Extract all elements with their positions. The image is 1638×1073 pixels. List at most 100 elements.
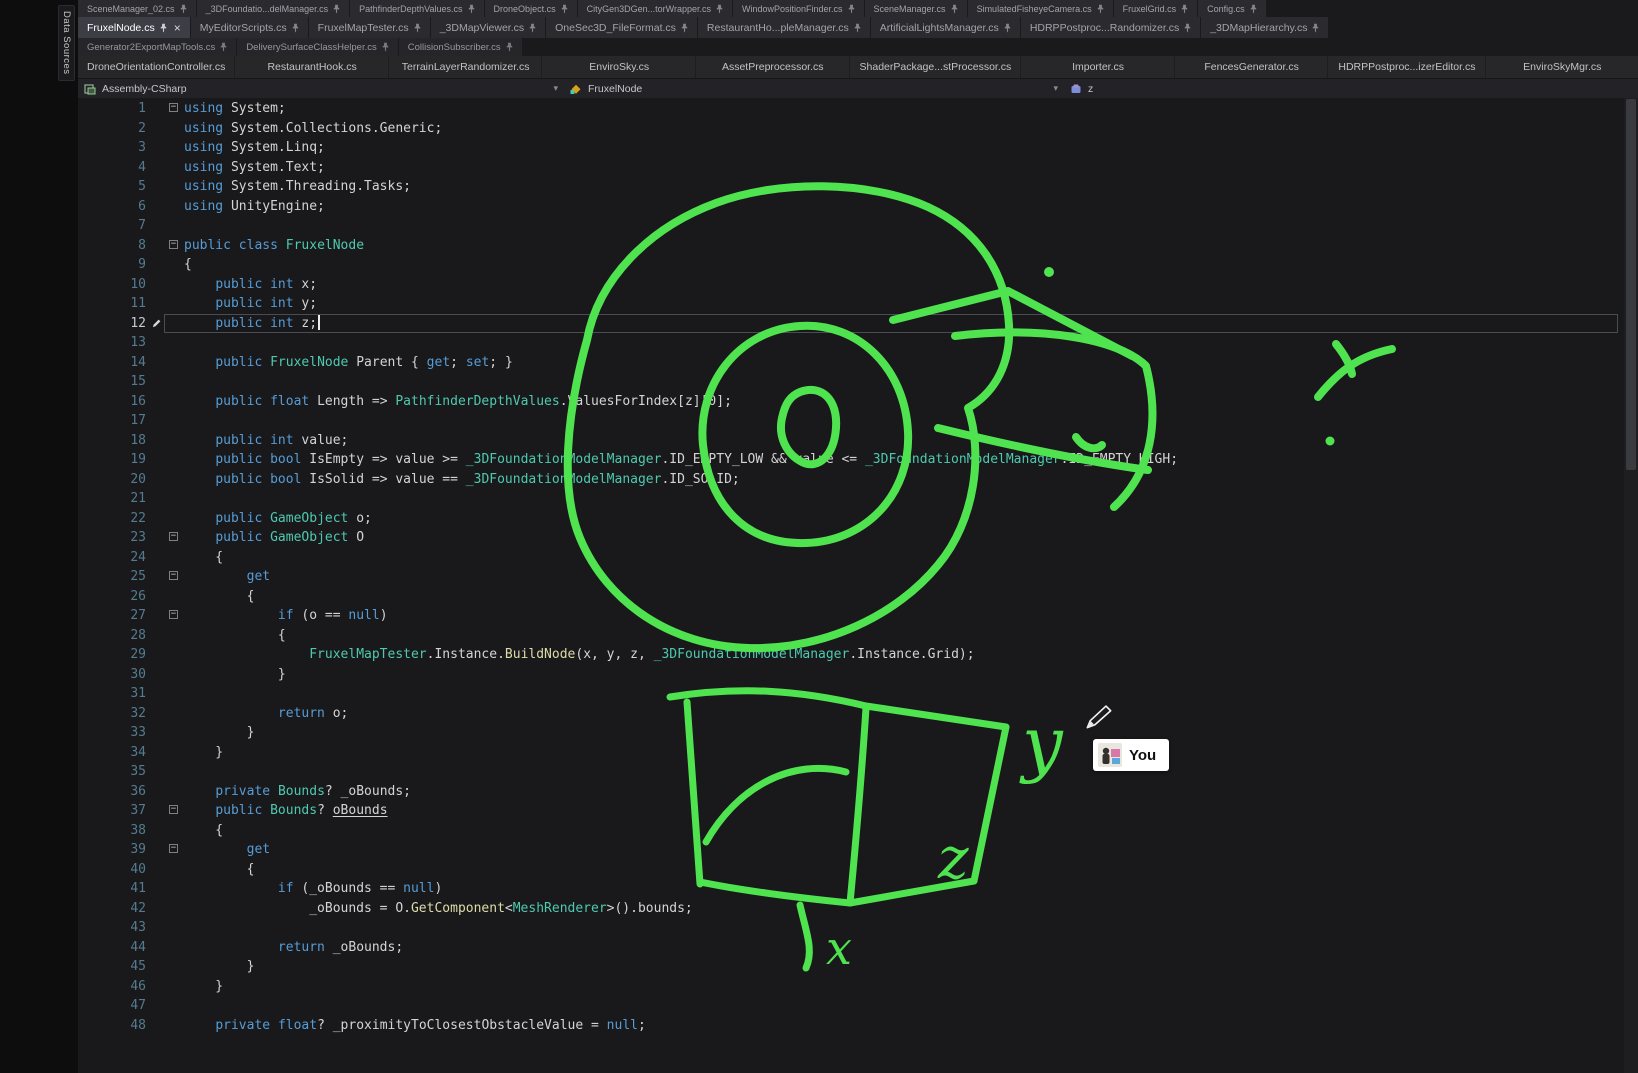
line-number[interactable]: 37 bbox=[78, 801, 152, 821]
line-number[interactable]: 30 bbox=[78, 665, 152, 685]
code-line-2[interactable]: 2using System.Collections.Generic; bbox=[78, 119, 1638, 139]
tab-importer-cs[interactable]: Importer.cs bbox=[1022, 56, 1175, 78]
code-line-33[interactable]: 33 } bbox=[78, 723, 1638, 743]
scrollbar-thumb[interactable] bbox=[1626, 99, 1636, 470]
code-line-25[interactable]: 25 get bbox=[78, 567, 1638, 587]
code-line-32[interactable]: 32 return o; bbox=[78, 704, 1638, 724]
tab-simulatedfisheyecamera-cs[interactable]: SimulatedFisheyeCamera.cs bbox=[968, 0, 1113, 17]
line-number[interactable]: 38 bbox=[78, 821, 152, 841]
tab-windowpositionfinder-cs[interactable]: WindowPositionFinder.cs bbox=[733, 0, 864, 17]
code-line-4[interactable]: 4using System.Text; bbox=[78, 158, 1638, 178]
code-line-18[interactable]: 18 public int value; bbox=[78, 431, 1638, 451]
line-number[interactable]: 23 bbox=[78, 528, 152, 548]
line-number[interactable]: 1 bbox=[78, 99, 152, 119]
tab-scenemanager-02-cs[interactable]: SceneManager_02.cs bbox=[78, 0, 196, 17]
tab-deliverysurfaceclasshelper-cs[interactable]: DeliverySurfaceClassHelper.cs bbox=[237, 38, 397, 56]
line-number[interactable]: 24 bbox=[78, 548, 152, 568]
tab-fencesgenerator-cs[interactable]: FencesGenerator.cs bbox=[1176, 56, 1329, 78]
line-number[interactable]: 25 bbox=[78, 567, 152, 587]
tab-droneobject-cs[interactable]: DroneObject.cs bbox=[485, 0, 577, 17]
tab-assetpreprocessor-cs[interactable]: AssetPreprocessor.cs bbox=[697, 56, 850, 78]
fold-marker[interactable] bbox=[164, 801, 184, 821]
code-line-48[interactable]: 48 private float? _proximityToClosestObs… bbox=[78, 1016, 1638, 1036]
line-number[interactable]: 45 bbox=[78, 957, 152, 977]
code-line-21[interactable]: 21 bbox=[78, 489, 1638, 509]
line-number[interactable]: 11 bbox=[78, 294, 152, 314]
line-number[interactable]: 10 bbox=[78, 275, 152, 295]
line-number[interactable]: 33 bbox=[78, 723, 152, 743]
code-editor[interactable]: 1using System;2using System.Collections.… bbox=[78, 97, 1638, 1073]
line-number[interactable]: 4 bbox=[78, 158, 152, 178]
line-number[interactable]: 41 bbox=[78, 879, 152, 899]
code-line-3[interactable]: 3using System.Linq; bbox=[78, 138, 1638, 158]
project-dropdown[interactable]: Assembly-CSharp ▾ bbox=[78, 79, 564, 98]
line-number[interactable]: 34 bbox=[78, 743, 152, 763]
code-line-20[interactable]: 20 public bool IsSolid => value == _3DFo… bbox=[78, 470, 1638, 490]
tab-pathfinderdepthvalues-cs[interactable]: PathfinderDepthValues.cs bbox=[350, 0, 483, 17]
tab-terrainlayerrandomizer-cs[interactable]: TerrainLayerRandomizer.cs bbox=[390, 56, 543, 78]
code-line-7[interactable]: 7 bbox=[78, 216, 1638, 236]
line-number[interactable]: 12 bbox=[78, 314, 152, 334]
tab-envirosky-cs[interactable]: EnviroSky.cs bbox=[543, 56, 696, 78]
data-sources-vertical-tab[interactable]: Data Sources bbox=[58, 5, 75, 81]
code-line-34[interactable]: 34 } bbox=[78, 743, 1638, 763]
line-number[interactable]: 26 bbox=[78, 587, 152, 607]
type-dropdown[interactable]: FruxelNode ▾ bbox=[564, 79, 1064, 98]
tab-droneorientationcontroller-cs[interactable]: DroneOrientationController.cs bbox=[78, 56, 235, 78]
line-number[interactable]: 16 bbox=[78, 392, 152, 412]
line-number[interactable]: 3 bbox=[78, 138, 152, 158]
line-number[interactable]: 44 bbox=[78, 938, 152, 958]
tab-generator2exportmaptools-cs[interactable]: Generator2ExportMapTools.cs bbox=[78, 38, 236, 56]
tab-restaurantho-plemanager-cs[interactable]: RestaurantHo...pleManager.cs bbox=[698, 17, 870, 38]
code-line-11[interactable]: 11 public int y; bbox=[78, 294, 1638, 314]
tab-enviroskymgr-cs[interactable]: EnviroSkyMgr.cs bbox=[1487, 56, 1638, 78]
tab-config-cs[interactable]: Config.cs bbox=[1198, 0, 1266, 17]
code-line-24[interactable]: 24 { bbox=[78, 548, 1638, 568]
line-number[interactable]: 27 bbox=[78, 606, 152, 626]
tab-fruxelmaptester-cs[interactable]: FruxelMapTester.cs bbox=[309, 17, 430, 38]
code-line-44[interactable]: 44 return _oBounds; bbox=[78, 938, 1638, 958]
code-line-35[interactable]: 35 bbox=[78, 762, 1638, 782]
code-line-38[interactable]: 38 { bbox=[78, 821, 1638, 841]
fold-marker[interactable] bbox=[164, 236, 184, 256]
code-line-45[interactable]: 45 } bbox=[78, 957, 1638, 977]
code-line-22[interactable]: 22 public GameObject o; bbox=[78, 509, 1638, 529]
code-line-41[interactable]: 41 if (_oBounds == null) bbox=[78, 879, 1638, 899]
code-line-14[interactable]: 14 public FruxelNode Parent { get; set; … bbox=[78, 353, 1638, 373]
line-number[interactable]: 40 bbox=[78, 860, 152, 880]
code-line-15[interactable]: 15 bbox=[78, 372, 1638, 392]
code-line-40[interactable]: 40 { bbox=[78, 860, 1638, 880]
line-number[interactable]: 19 bbox=[78, 450, 152, 470]
code-line-37[interactable]: 37 public Bounds? oBounds bbox=[78, 801, 1638, 821]
tab-onesec3d-fileformat-cs[interactable]: OneSec3D_FileFormat.cs bbox=[546, 17, 697, 38]
line-number[interactable]: 2 bbox=[78, 119, 152, 139]
tab-fruxelgrid-cs[interactable]: FruxelGrid.cs bbox=[1114, 0, 1198, 17]
tab-shaderpackage-stprocessor-cs[interactable]: ShaderPackage...stProcessor.cs bbox=[851, 56, 1022, 78]
tab-close-icon[interactable]: × bbox=[174, 22, 181, 34]
line-number[interactable]: 14 bbox=[78, 353, 152, 373]
code-line-27[interactable]: 27 if (o == null) bbox=[78, 606, 1638, 626]
code-line-17[interactable]: 17 bbox=[78, 411, 1638, 431]
code-line-43[interactable]: 43 bbox=[78, 918, 1638, 938]
line-number[interactable]: 6 bbox=[78, 197, 152, 217]
editor-scrollbar[interactable] bbox=[1624, 97, 1638, 1073]
tab-artificiallightsmanager-cs[interactable]: ArtificialLightsManager.cs bbox=[871, 17, 1020, 38]
line-number[interactable]: 21 bbox=[78, 489, 152, 509]
line-number[interactable]: 36 bbox=[78, 782, 152, 802]
tab-3dfoundatio-delmanager-cs[interactable]: _3DFoundatio...delManager.cs bbox=[197, 0, 350, 17]
code-line-10[interactable]: 10 public int x; bbox=[78, 275, 1638, 295]
fold-marker[interactable] bbox=[164, 606, 184, 626]
code-line-39[interactable]: 39 get bbox=[78, 840, 1638, 860]
code-line-9[interactable]: 9{ bbox=[78, 255, 1638, 275]
fold-marker[interactable] bbox=[164, 99, 184, 119]
line-number[interactable]: 5 bbox=[78, 177, 152, 197]
line-number[interactable]: 47 bbox=[78, 996, 152, 1016]
code-line-42[interactable]: 42 _oBounds = O.GetComponent<MeshRendere… bbox=[78, 899, 1638, 919]
line-number[interactable]: 32 bbox=[78, 704, 152, 724]
tab-citygen3dgen-torwrapper-cs[interactable]: CityGen3DGen...torWrapper.cs bbox=[578, 0, 732, 17]
code-line-8[interactable]: 8public class FruxelNode bbox=[78, 236, 1638, 256]
line-number[interactable]: 7 bbox=[78, 216, 152, 236]
code-line-6[interactable]: 6using UnityEngine; bbox=[78, 197, 1638, 217]
line-number[interactable]: 15 bbox=[78, 372, 152, 392]
code-line-29[interactable]: 29 FruxelMapTester.Instance.BuildNode(x,… bbox=[78, 645, 1638, 665]
